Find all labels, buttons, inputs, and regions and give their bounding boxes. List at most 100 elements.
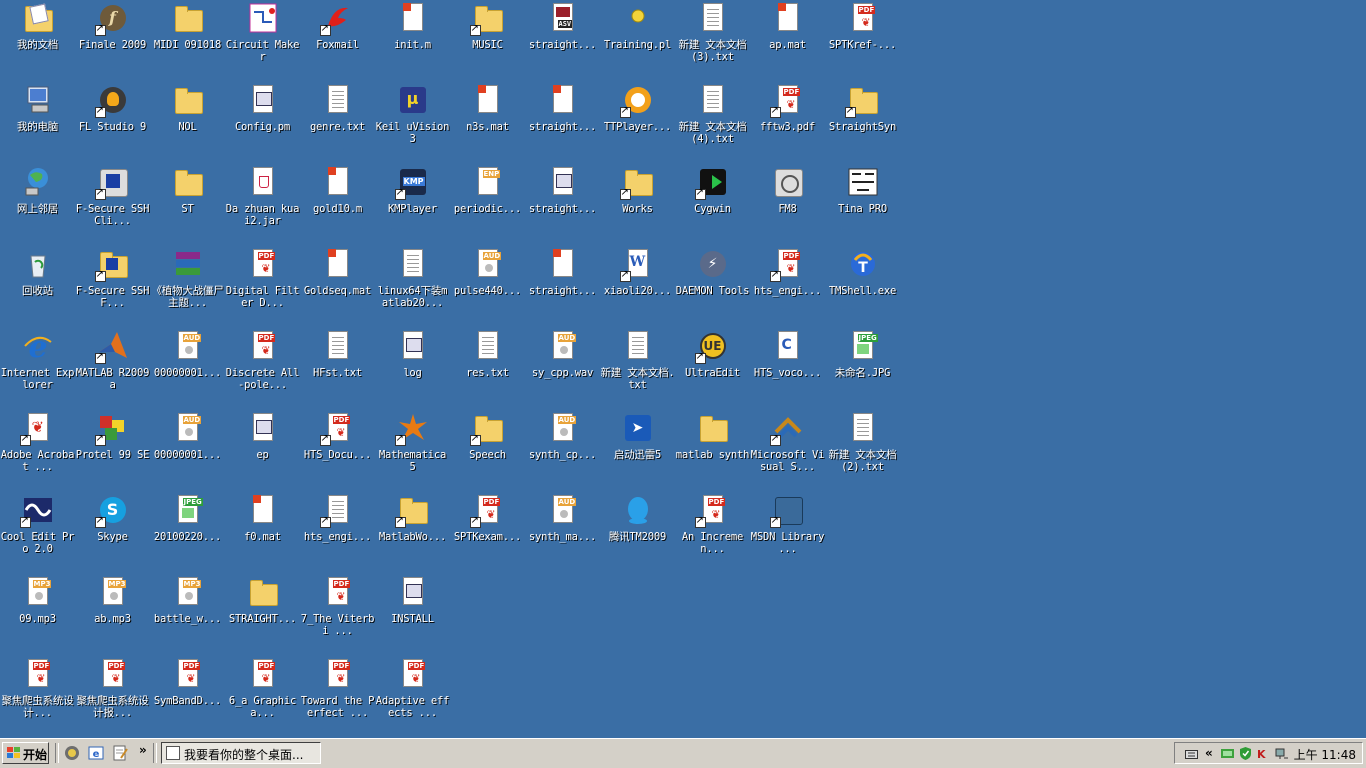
desktop-icon[interactable]: gold10.m (300, 164, 375, 244)
desktop-icon[interactable]: matlab synth (675, 410, 750, 490)
desktop-icon[interactable]: FL Studio 9 (75, 82, 150, 162)
desktop-icon[interactable]: PDF ❦ Digital Filter D... (225, 246, 300, 326)
taskbar-window-button[interactable]: 我要看你的整个桌面... (161, 742, 321, 764)
desktop-icon[interactable]: PDF❦ hts_engi... (750, 246, 825, 326)
desktop-icon[interactable]: ➤ 启动迅雷5 (600, 410, 675, 490)
desktop-icon[interactable]: Microsoft Visual S... (750, 410, 825, 490)
desktop-icon[interactable]: linux64下装matlab20... (375, 246, 450, 326)
desktop-icon[interactable]: Cool Edit Pro 2.0 (0, 492, 75, 572)
desktop-icon[interactable]: genre.txt (300, 82, 375, 162)
desktop-icon[interactable]: PDF ❦ Toward the Perfect ... (300, 656, 375, 736)
desktop-icon[interactable]: Foxmail (300, 0, 375, 80)
desktop-icon[interactable]: HFst.txt (300, 328, 375, 408)
security-shield-icon[interactable] (1239, 747, 1252, 760)
desktop-icon[interactable]: ⚡ DAEMON Tools (675, 246, 750, 326)
desktop-icon[interactable]: Protel 99 SE (75, 410, 150, 490)
desktop-icon[interactable]: TTPlayer... (600, 82, 675, 162)
desktop-icon[interactable]: MatlabWo... (375, 492, 450, 572)
desktop-icon[interactable]: S Skype (75, 492, 150, 572)
desktop-icon[interactable]: f Finale 2009 (75, 0, 150, 80)
desktop-icon[interactable]: 新建 文本文档 (4).txt (675, 82, 750, 162)
desktop-icon[interactable]: e Internet Explorer (0, 328, 75, 408)
desktop-icon[interactable]: AUD 00000001... (150, 328, 225, 408)
desktop-icon[interactable]: PDF❦ fftw3.pdf (750, 82, 825, 162)
desktop-icon[interactable]: MSDN Library ... (750, 492, 825, 572)
tray-expand-button[interactable]: « (1205, 746, 1213, 760)
desktop-icon[interactable]: PDF ❦ 聚焦爬虫系统设计... (0, 656, 75, 736)
notepad-icon[interactable] (112, 745, 128, 761)
desktop-icon[interactable]: ap.mat (750, 0, 825, 80)
desktop-icon[interactable]: FM8 (750, 164, 825, 244)
desktop-icon[interactable]: UE UltraEdit (675, 328, 750, 408)
keyboard-icon[interactable] (1185, 747, 1198, 760)
desktop-icon[interactable]: Works (600, 164, 675, 244)
desktop-icon[interactable]: Mathematica 5 (375, 410, 450, 490)
desktop-icon[interactable]: init.m (375, 0, 450, 80)
desktop-icon[interactable]: PDF ❦ Discrete All-pole... (225, 328, 300, 408)
show-desktop-icon[interactable] (64, 745, 80, 761)
desktop-icon[interactable]: Speech (450, 410, 525, 490)
desktop-icon[interactable]: PDF ❦ Adaptive effects ... (375, 656, 450, 736)
desktop-icon[interactable]: Config.pm (225, 82, 300, 162)
desktop-icon[interactable]: μ Keil uVision3 (375, 82, 450, 162)
desktop-icon[interactable]: MIDI 091018 (150, 0, 225, 80)
desktop-icon[interactable]: AUD sy_cpp.wav (525, 328, 600, 408)
desktop-icon[interactable]: PDF❦ SPTKexam... (450, 492, 525, 572)
volume-connection-icon[interactable] (1275, 747, 1288, 760)
quick-launch-more-button[interactable]: » (139, 743, 147, 757)
desktop-icon[interactable]: Circuit Maker (225, 0, 300, 80)
desktop-icon[interactable]: MP3 ab.mp3 (75, 574, 150, 654)
desktop-icon[interactable]: AUD 00000001... (150, 410, 225, 490)
desktop-icon[interactable]: ep (225, 410, 300, 490)
desktop-icon[interactable]: straight... (525, 82, 600, 162)
desktop-icon[interactable]: MP3 battle_w... (150, 574, 225, 654)
desktop-icon[interactable]: Wxiaoli20... (600, 246, 675, 326)
desktop-icon[interactable]: 新建 文本文档 (3).txt (675, 0, 750, 80)
desktop-icon[interactable]: AUD synth_ma... (525, 492, 600, 572)
desktop-icon[interactable]: n3s.mat (450, 82, 525, 162)
desktop-icon[interactable]: straight... (525, 164, 600, 244)
desktop-icon[interactable]: STRAIGHT... (225, 574, 300, 654)
desktop-icon[interactable]: res.txt (450, 328, 525, 408)
desktop-icon[interactable]: 我的文档 (0, 0, 75, 80)
desktop-icon[interactable]: PDF❦ HTS_Docu... (300, 410, 375, 490)
desktop-icon[interactable]: NOL (150, 82, 225, 162)
desktop-icon[interactable]: PDF ❦ 7_The Viterbi ... (300, 574, 375, 654)
desktop-icon[interactable]: 网上邻居 (0, 164, 75, 244)
desktop-icon[interactable]: 回收站 (0, 246, 75, 326)
desktop[interactable]: 我的文档我的电脑网上邻居回收站 e Internet Explorer ❦ Adobe … (0, 0, 1366, 738)
desktop-icon[interactable]: JPEG 未命名.JPG (825, 328, 900, 408)
desktop-icon[interactable]: 我的电脑 (0, 82, 75, 162)
desktop-icon[interactable]: f0.mat (225, 492, 300, 572)
desktop-icon[interactable]: PDF ❦ 聚焦爬虫系统设计报... (75, 656, 150, 736)
desktop-icon[interactable]: hts_engi... (300, 492, 375, 572)
desktop-icon[interactable]: INSTALL (375, 574, 450, 654)
desktop-icon[interactable]: StraightSyn (825, 82, 900, 162)
desktop-icon[interactable]: MUSIC (450, 0, 525, 80)
start-button[interactable]: 开始 (2, 742, 49, 764)
desktop-icon[interactable]: F-Secure SSH Cli... (75, 164, 150, 244)
network-tray-icon[interactable] (1221, 747, 1234, 760)
desktop-icon[interactable]: MATLAB R2009a (75, 328, 150, 408)
desktop-icon[interactable]: 新建 文本文档.txt (600, 328, 675, 408)
desktop-icon[interactable]: ENP periodic... (450, 164, 525, 244)
desktop-icon[interactable]: Goldseq.mat (300, 246, 375, 326)
desktop-icon[interactable]: ST (150, 164, 225, 244)
desktop-icon[interactable]: PDF ❦ SPTKref-... (825, 0, 900, 80)
desktop-icon[interactable]: Cygwin (675, 164, 750, 244)
desktop-icon[interactable]: T TMShell.exe (825, 246, 900, 326)
desktop-icon[interactable]: log (375, 328, 450, 408)
desktop-icon[interactable]: straight... (525, 246, 600, 326)
desktop-icon[interactable]: AUD pulse440... (450, 246, 525, 326)
desktop-icon[interactable]: KMP KMPlayer (375, 164, 450, 244)
desktop-icon[interactable]: MP3 09.mp3 (0, 574, 75, 654)
desktop-icon[interactable]: AUD synth_cp... (525, 410, 600, 490)
desktop-icon[interactable]: Da zhuan kuai2.jar (225, 164, 300, 244)
desktop-icon[interactable]: PDF❦ An Incremen... (675, 492, 750, 572)
desktop-icon[interactable]: PDF ❦ SymBandD... (150, 656, 225, 736)
desktop-icon[interactable]: 腾讯TM2009 (600, 492, 675, 572)
desktop-icon[interactable]: C HTS_voco... (750, 328, 825, 408)
desktop-icon[interactable]: JPEG 20100220... (150, 492, 225, 572)
desktop-icon[interactable]: Tina PRO (825, 164, 900, 244)
ie-icon[interactable]: e (88, 745, 104, 761)
